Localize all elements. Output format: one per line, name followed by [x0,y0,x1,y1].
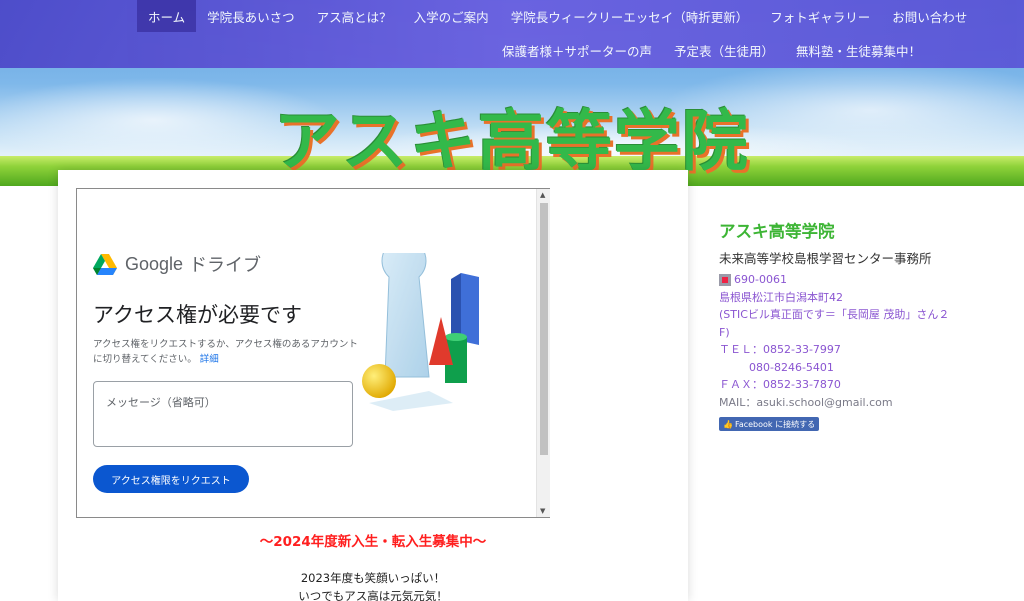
address-line-3[interactable]: F) [719,324,979,342]
main-content: Google ドライブ アクセス権が必要です アクセス権をリクエストするか、アク… [58,170,688,601]
tel-2[interactable]: 080-8246-5401 [719,359,979,377]
facebook-button-label: Facebook に接続する [734,419,816,429]
nav-essay[interactable]: 学院長ウィークリーエッセイ（時折更新） [500,0,760,32]
google-drive-icon [93,253,117,275]
address-line-2[interactable]: (STICビル真正面です＝「長岡屋 茂助」さん２ [719,306,979,324]
main-nav: ホーム 学院長あいさつ アス高とは？ 入学のご案内 学院長ウィークリーエッセイ（… [0,0,1024,68]
building-icon [719,273,731,286]
scroll-down-icon[interactable]: ▼ [540,507,545,515]
nav-row-1: ホーム 学院長あいさつ アス高とは？ 入学のご案内 学院長ウィークリーエッセイ（… [137,0,1024,32]
recruit-banner: 〜2024年度新入生・転入生募集中〜 [259,534,487,550]
access-heading: アクセス権が必要です [93,303,302,327]
google-wordmark: Google [125,253,184,274]
nav-greeting[interactable]: 学院長あいさつ [196,0,306,32]
access-description-text: アクセス権をリクエストするか、アクセス権のあるアカウントに切り替えてください。 [93,339,358,365]
sidebar-school-name: アスキ高等学院 [719,222,835,241]
message-input[interactable]: メッセージ（省略可） [93,381,353,447]
sidebar-office: 未来高等学校島根学習センター事務所 [719,251,932,266]
access-description: アクセス権をリクエストするか、アクセス権のあるアカウントに切り替えてください。 … [93,337,358,367]
embed-scrollbar[interactable]: ▲ ▼ [536,189,550,517]
nav-gallery[interactable]: フォトギャラリー [759,0,881,32]
nav-about[interactable]: アス高とは？ [306,0,403,32]
address-line-1[interactable]: 島根県松江市白潟本町42 [719,289,979,307]
header-banner: ホーム 学院長あいさつ アス高とは？ 入学のご案内 学院長ウィークリーエッセイ（… [0,0,1024,186]
google-drive-embed: Google ドライブ アクセス権が必要です アクセス権をリクエストするか、アク… [76,188,550,518]
drive-product-name: ドライブ [189,255,262,275]
scroll-thumb[interactable] [540,203,548,455]
nav-admission[interactable]: 入学のご案内 [403,0,500,32]
facebook-connect-button[interactable]: 👍 Facebook に接続する [719,417,820,431]
nav-free-juku[interactable]: 無料塾・生徒募集中！ [785,32,932,68]
genki-text: いつでもアス高は元気元気！ [298,589,448,601]
nav-voices[interactable]: 保護者様＋サポーターの声 [491,32,663,68]
nav-contact[interactable]: お問い合わせ [881,0,978,32]
postal-code[interactable]: 690-0061 [719,271,979,289]
nav-home[interactable]: ホーム [137,0,197,32]
tel-1[interactable]: ＴＥＬ：0852-33-7997 [719,341,979,359]
smile-text: 2023年度も笑顔いっぱい！ [300,571,446,585]
postal-code-text[interactable]: 690-0061 [734,271,787,289]
details-link[interactable]: 詳細 [200,354,219,365]
keyhole-illustration [362,253,479,411]
request-access-button[interactable]: アクセス権限をリクエスト [93,465,249,493]
nav-schedule[interactable]: 予定表（生徒用） [663,32,785,68]
facebook-like-icon: 👍 [723,419,733,429]
sidebar-contact: アスキ高等学院 未来高等学校島根学習センター事務所 690-0061 島根県松江… [719,218,979,431]
scroll-up-icon[interactable]: ▲ [540,191,545,199]
nav-row-2: 保護者様＋サポーターの声 予定表（生徒用） 無料塾・生徒募集中！ [491,32,932,68]
fax[interactable]: ＦＡＸ：0852-33-7870 [719,376,979,394]
mail[interactable]: MAIL：asuki.school@gmail.com [719,394,979,412]
google-drive-logo: Google ドライブ [93,251,261,277]
